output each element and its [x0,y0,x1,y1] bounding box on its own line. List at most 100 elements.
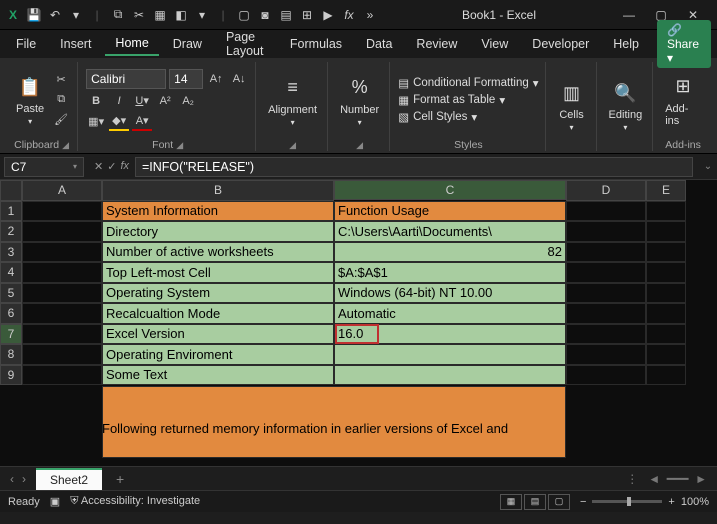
cell-E1[interactable] [646,201,686,222]
enter-formula-icon[interactable]: ✓ [107,160,116,173]
number-button[interactable]: % Number▾ [336,72,383,129]
tab-draw[interactable]: Draw [163,33,212,55]
more-icon[interactable]: » [361,6,379,24]
zoom-control[interactable]: − + 100% [580,496,709,508]
pivottable-icon[interactable]: ⊞ [298,6,316,24]
font-name-select[interactable] [86,69,166,89]
cell-C9[interactable] [334,365,566,386]
clipboard-launcher-icon[interactable]: ◢ [62,140,69,151]
cell-D3[interactable] [566,242,646,263]
select-all-cell[interactable] [0,180,22,201]
zoom-slider[interactable] [592,500,662,503]
prev-sheet-icon[interactable]: ‹ [10,472,14,486]
cell-D7[interactable] [566,324,646,345]
addins-button[interactable]: ⊞ Add-ins [661,71,705,129]
copy-icon[interactable]: ⧉ [109,6,127,24]
tab-insert[interactable]: Insert [50,33,101,55]
cell-A1[interactable] [22,201,102,222]
normal-view-icon[interactable]: ▦ [500,494,522,510]
font-superscript[interactable]: A² [155,92,175,110]
format-painter-button[interactable]: 🖌 [51,111,71,129]
horizontal-scroll[interactable]: ⋮ ◄ ━━━ ► [138,472,717,486]
conditional-formatting-button[interactable]: ▤ Conditional Formatting ▾ [398,76,538,90]
cell-A3[interactable] [22,242,102,263]
cells-button[interactable]: ▥ Cells▾ [554,77,590,134]
tab-data[interactable]: Data [356,33,402,55]
cell-C1[interactable]: Function Usage [334,201,566,222]
cell-A5[interactable] [22,283,102,304]
cell-E7[interactable] [646,324,686,345]
decrease-font-icon[interactable]: A↓ [229,70,249,88]
name-box[interactable]: C7▾ [4,157,84,177]
minimize-icon[interactable]: ― [619,8,639,22]
cell-B7[interactable]: Excel Version [102,324,334,345]
col-header-B[interactable]: B [102,180,334,201]
cell-B6[interactable]: Recalcualtion Mode [102,303,334,324]
camera-icon[interactable]: ◙ [256,6,274,24]
tab-home[interactable]: Home [105,32,158,56]
fill-color-button[interactable]: ◆▾ [109,113,129,131]
cell-D4[interactable] [566,262,646,283]
zoom-level[interactable]: 100% [681,496,709,508]
col-header-D[interactable]: D [566,180,646,201]
row-header-2[interactable]: 2 [0,221,22,242]
cancel-formula-icon[interactable]: ✕ [94,160,103,173]
cell-A7[interactable] [22,324,102,345]
cell-B8[interactable]: Operating Enviroment [102,344,334,365]
cell-A4[interactable] [22,262,102,283]
italic-button[interactable]: I [109,92,129,110]
undo-icon[interactable]: ↶ [46,6,64,24]
sheet-tab[interactable]: Sheet2 [36,468,102,490]
tab-view[interactable]: View [471,33,518,55]
font-color-button[interactable]: A▾ [132,113,152,131]
font-launcher-icon[interactable]: ◢ [176,140,183,151]
qat-icon-1[interactable]: ◧ [172,6,190,24]
row-header-1[interactable]: 1 [0,201,22,222]
alignment-button[interactable]: ≡ Alignment▾ [264,72,321,129]
tab-file[interactable]: File [6,33,46,55]
cell-C3[interactable]: 82 [334,242,566,263]
font-subscript[interactable]: A₂ [178,92,198,110]
cell-A9[interactable] [22,365,102,386]
new-icon[interactable]: ▢ [235,6,253,24]
cell-C6[interactable]: Automatic [334,303,566,324]
row-header-7[interactable]: 7 [0,324,22,344]
paste-button[interactable]: 📋 Paste ▾ [12,71,48,128]
page-break-view-icon[interactable]: ▢ [548,494,570,510]
font-size-select[interactable] [169,69,203,89]
table-icon[interactable]: ▤ [277,6,295,24]
cell-D5[interactable] [566,283,646,304]
redo-icon[interactable]: ▾ [67,6,85,24]
cell-E8[interactable] [646,344,686,365]
cell-D9[interactable] [566,365,646,386]
col-header-C[interactable]: C [334,180,566,200]
cell-B3[interactable]: Number of active worksheets [102,242,334,263]
tab-page-layout[interactable]: Page Layout [216,26,276,62]
add-sheet-button[interactable]: + [102,471,138,487]
cell-C8[interactable] [334,344,566,365]
copy-button[interactable]: ⧉ [51,91,71,109]
macro-record-icon[interactable]: ▣ [50,495,60,508]
cell-A6[interactable] [22,303,102,324]
row-header-5[interactable]: 5 [0,283,22,304]
col-header-E[interactable]: E [646,180,686,201]
borders-icon[interactable]: ▦ [151,6,169,24]
cell-C5[interactable]: Windows (64-bit) NT 10.00 [334,283,566,304]
zoom-in-icon[interactable]: + [668,496,674,508]
zoom-out-icon[interactable]: − [580,496,586,508]
cell-D6[interactable] [566,303,646,324]
format-as-table-button[interactable]: ▦ Format as Table ▾ [398,93,538,107]
cell-C2[interactable]: C:\Users\Aarti\Documents\ [334,221,566,242]
cell-styles-button[interactable]: ▧ Cell Styles ▾ [398,110,538,124]
fx-button[interactable]: fx [120,160,129,173]
cut-icon[interactable]: ✂ [130,6,148,24]
cell-E6[interactable] [646,303,686,324]
alignment-launcher-icon[interactable]: ◢ [289,140,296,151]
fx-icon[interactable]: fx [340,6,358,24]
save-icon[interactable]: 💾 [25,6,43,24]
macro-icon[interactable]: ▶ [319,6,337,24]
cell-A2[interactable] [22,221,102,242]
border-button[interactable]: ▦▾ [86,113,106,131]
chevron-down-icon[interactable]: ▾ [193,6,211,24]
cell-B2[interactable]: Directory [102,221,334,242]
